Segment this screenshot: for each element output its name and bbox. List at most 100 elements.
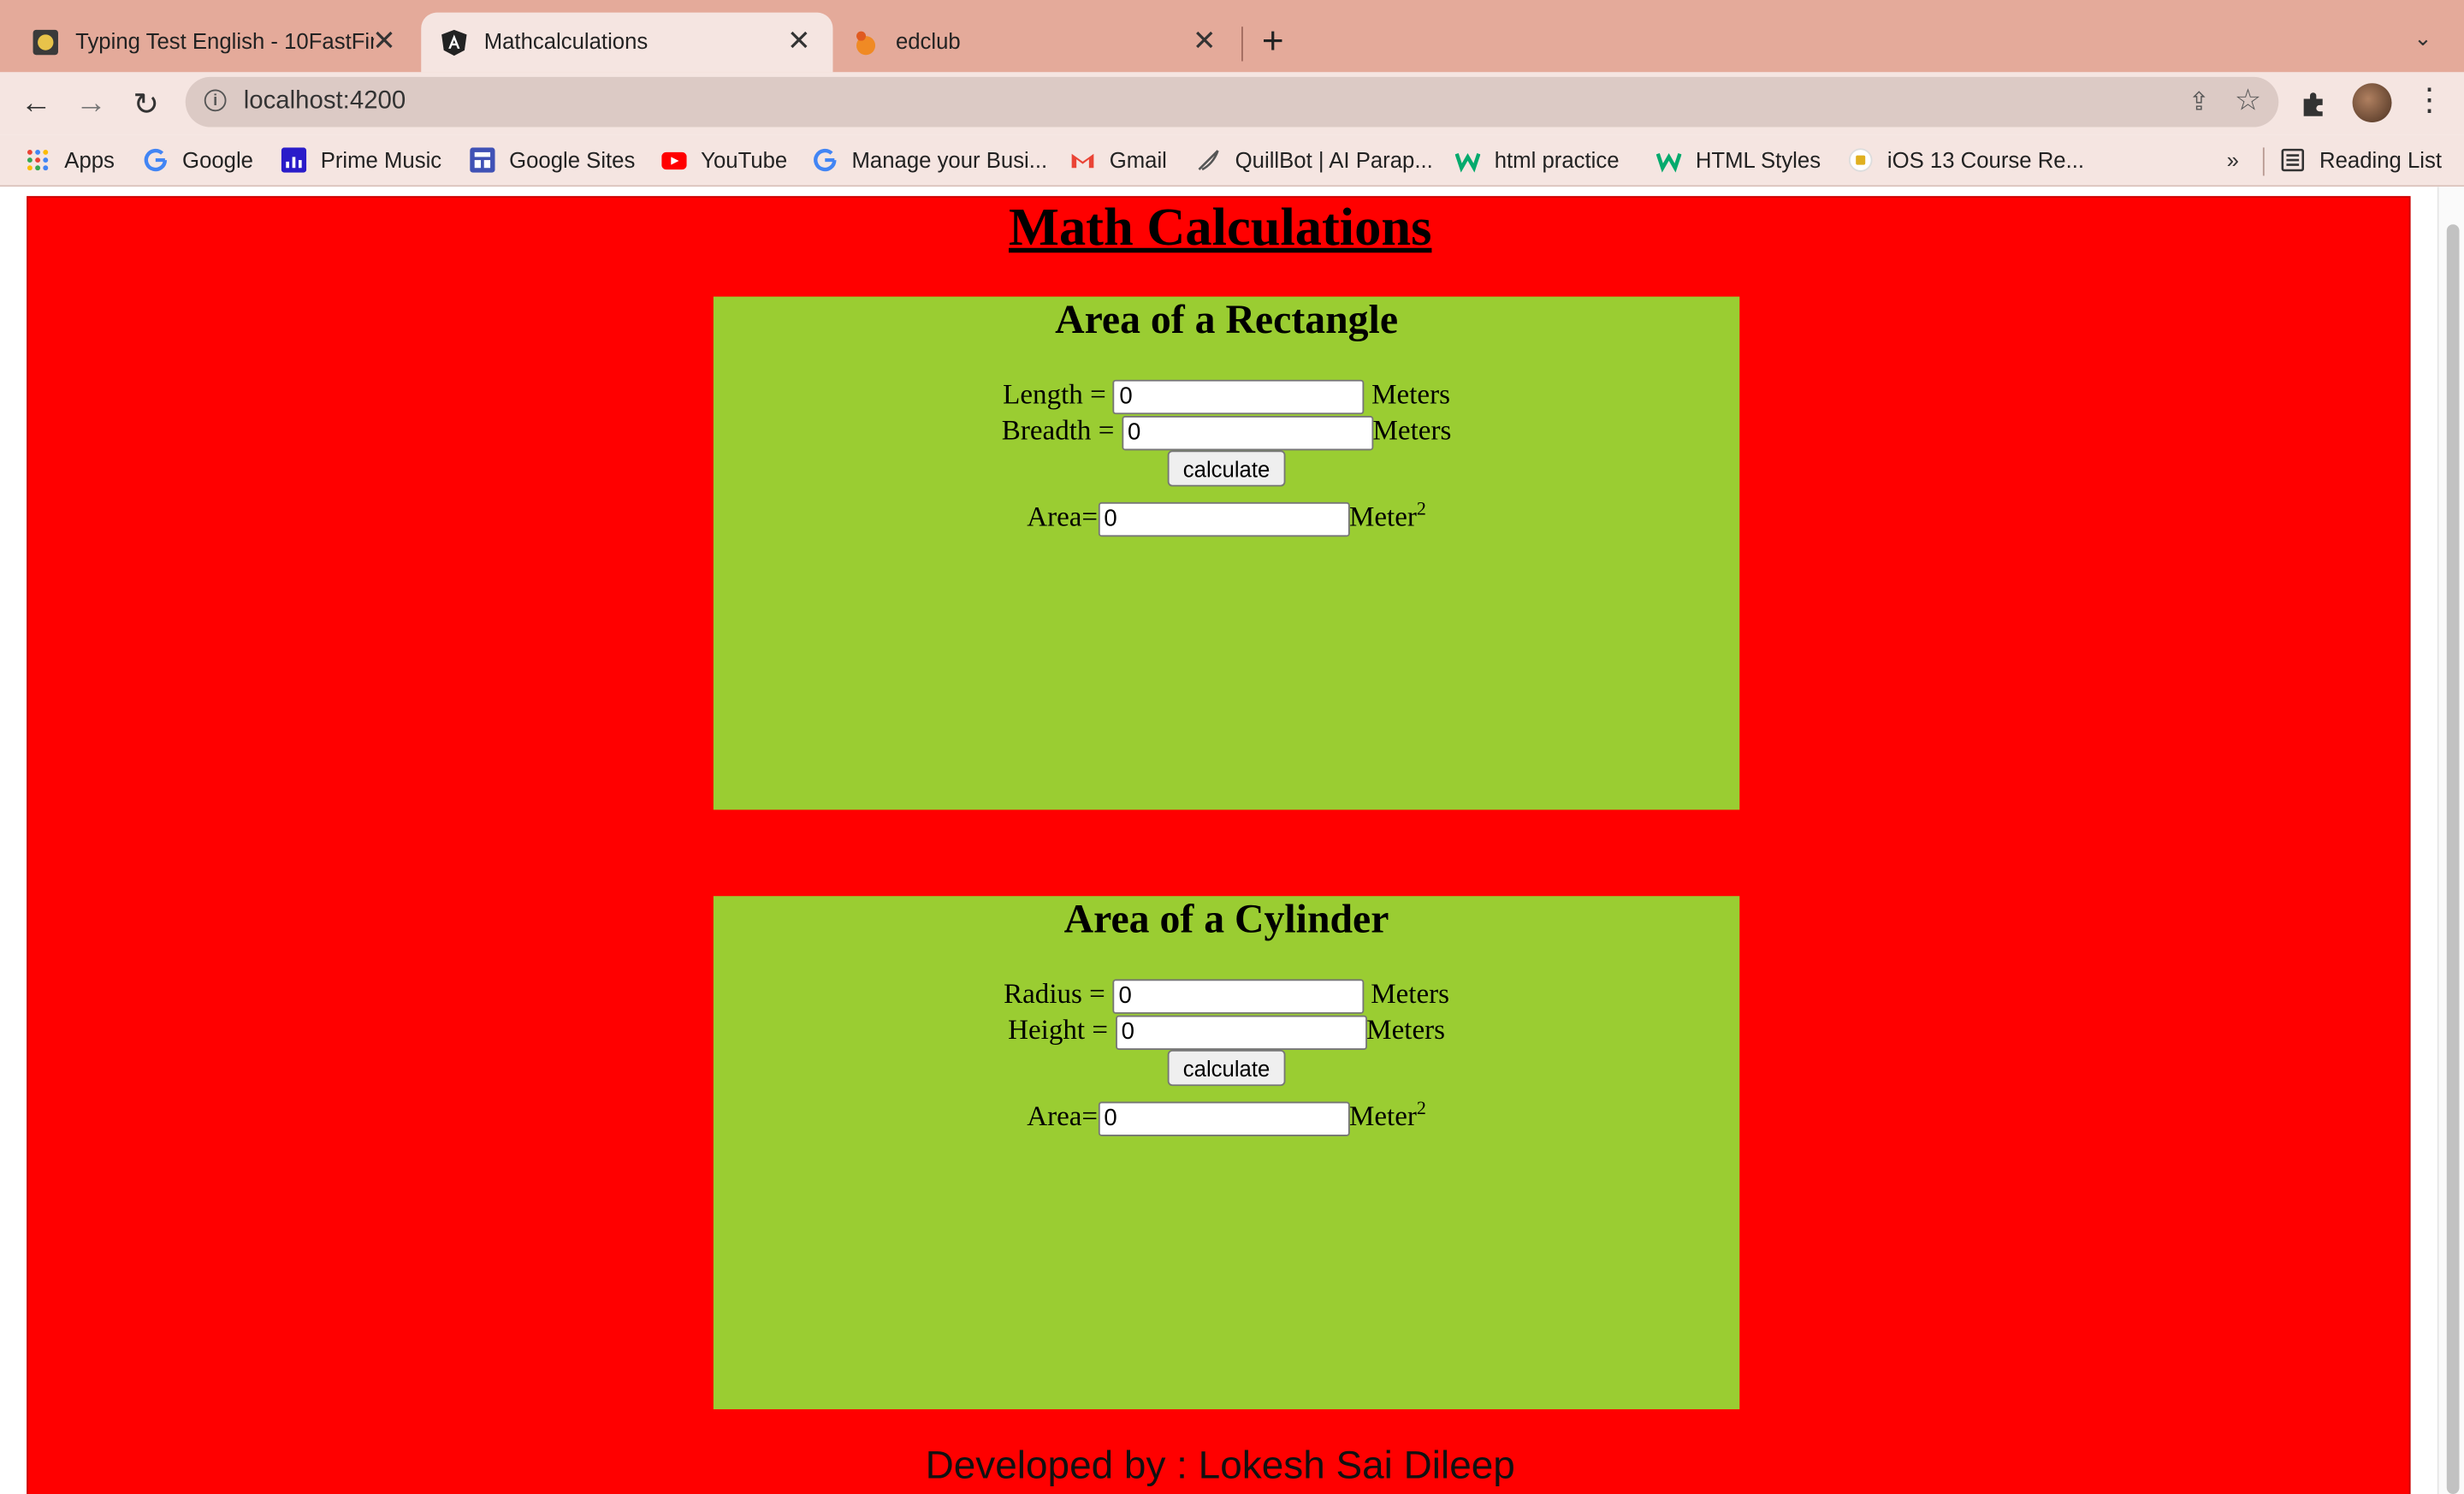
- profile-avatar[interactable]: [2352, 83, 2392, 123]
- bookmark-html-styles[interactable]: HTML Styles: [1656, 146, 1821, 175]
- length-input[interactable]: [1113, 379, 1365, 414]
- vertical-scrollbar[interactable]: [2437, 187, 2464, 1494]
- tab-close-button[interactable]: ✕: [787, 25, 811, 56]
- bookmark-prime-music[interactable]: Prime Music: [281, 146, 441, 175]
- back-button[interactable]: ←: [15, 83, 56, 124]
- url-text[interactable]: localhost:4200: [244, 88, 406, 116]
- share-icon[interactable]: ⇪: [2189, 86, 2210, 118]
- height-input[interactable]: [1115, 1015, 1367, 1050]
- tab-typing-test[interactable]: Typing Test English - 10FastFingers ✕: [13, 13, 418, 73]
- bookmark-quillbot[interactable]: QuillBot | AI Parap...: [1196, 146, 1433, 175]
- length-label: Length =: [1003, 378, 1106, 410]
- breadth-input[interactable]: [1121, 415, 1373, 451]
- reading-list-label: Reading List: [2319, 147, 2442, 173]
- bookmark-label: Gmail: [1109, 147, 1167, 173]
- address-bar[interactable]: i localhost:4200 ⇪ ☆: [185, 76, 2279, 127]
- quillbot-icon: [1198, 150, 1219, 171]
- google-icon: [814, 148, 837, 172]
- bookmarks-overflow-button[interactable]: »: [2227, 147, 2239, 172]
- bookmark-ios-course[interactable]: iOS 13 Course Re...: [1848, 146, 2084, 175]
- tab-edclub[interactable]: edclub ✕: [832, 13, 1238, 73]
- bookmark-google-sites[interactable]: Google Sites: [470, 146, 635, 175]
- browser-toolbar: ← → ↻ i localhost:4200 ⇪ ☆ ⋮: [0, 72, 2464, 135]
- gmail-icon: [1071, 153, 1094, 169]
- google-icon: [144, 148, 168, 172]
- apps-grid-icon: [27, 149, 49, 171]
- radius-row: Radius = Meters: [714, 976, 1739, 1014]
- bookmarks-bar: Apps Google Prime Music Google Sites You…: [0, 134, 2464, 187]
- bookmark-label: Manage your Busi...: [851, 147, 1048, 173]
- reading-list-icon: [2281, 148, 2305, 172]
- height-row: Height = Meters: [714, 1012, 1739, 1050]
- cylinder-calculate-button[interactable]: calculate: [1167, 1049, 1286, 1087]
- prime-music-icon: [281, 147, 307, 173]
- bookmark-label: Apps: [64, 147, 115, 173]
- bookmark-youtube[interactable]: YouTube: [661, 146, 787, 175]
- rectangle-card: Area of a Rectangle Length = Meters Brea…: [713, 296, 1740, 810]
- bookmark-label: html practice: [1494, 147, 1620, 173]
- rectangle-area-output[interactable]: [1098, 501, 1349, 537]
- tab-close-button[interactable]: ✕: [1193, 25, 1217, 56]
- bookmark-manage-business[interactable]: Manage your Busi...: [813, 146, 1048, 175]
- angular-favicon-icon: [441, 29, 467, 56]
- bookmark-html-practice[interactable]: html practice: [1454, 146, 1620, 175]
- google-sites-icon: [470, 147, 495, 173]
- extensions-puzzle-icon[interactable]: [2299, 88, 2331, 120]
- bookmark-label: QuillBot | AI Parap...: [1235, 147, 1433, 173]
- area-unit-exponent: 2: [1416, 1096, 1426, 1119]
- bookmark-google[interactable]: Google: [143, 146, 253, 175]
- tab-divider: [1241, 27, 1243, 62]
- tab-mathcalculations[interactable]: Mathcalculations ✕: [421, 12, 833, 73]
- tab-search-chevron-icon[interactable]: ⌄: [2414, 25, 2432, 51]
- area-unit-exponent: 2: [1416, 497, 1426, 520]
- reload-button[interactable]: ↻: [126, 83, 167, 124]
- radius-unit: Meters: [1371, 977, 1450, 1010]
- height-unit: Meters: [1366, 1013, 1445, 1046]
- new-tab-button[interactable]: +: [1262, 21, 1284, 63]
- cylinder-area-row: Area= Meter2: [714, 1091, 1739, 1136]
- bookmark-label: Google Sites: [509, 147, 636, 173]
- scrollbar-thumb[interactable]: [2446, 224, 2460, 1494]
- bookmark-star-icon[interactable]: ☆: [2235, 83, 2261, 119]
- cylinder-card-title: Area of a Cylinder: [1063, 896, 1389, 942]
- breadth-label: Breadth =: [1001, 414, 1115, 446]
- area-unit: Meter: [1348, 501, 1417, 532]
- bookmark-label: YouTube: [701, 147, 788, 173]
- forward-button[interactable]: →: [71, 83, 112, 124]
- w3schools-icon: [1454, 152, 1481, 173]
- cylinder-area-output[interactable]: [1098, 1101, 1349, 1136]
- bookmark-gmail[interactable]: Gmail: [1070, 146, 1167, 175]
- reading-list-button[interactable]: Reading List: [2280, 146, 2442, 175]
- bookmark-label: Prime Music: [320, 147, 442, 173]
- course-icon: [1848, 148, 1873, 172]
- browser-menu-icon[interactable]: ⋮: [2414, 85, 2445, 116]
- rectangle-card-title: Area of a Rectangle: [1055, 296, 1399, 342]
- bookmark-label: HTML Styles: [1695, 147, 1821, 173]
- breadth-row: Breadth = Meters: [714, 412, 1739, 451]
- radius-label: Radius =: [1004, 977, 1105, 1010]
- bookmark-apps[interactable]: Apps: [25, 146, 115, 175]
- tab-title: Mathcalculations: [483, 28, 649, 54]
- edclub-favicon-icon: [856, 31, 876, 56]
- typing-test-favicon-icon: [33, 29, 58, 56]
- w3schools-icon: [1656, 152, 1682, 173]
- radius-input[interactable]: [1112, 979, 1364, 1014]
- cylinder-card: Area of a Cylinder Radius = Meters Heigh…: [713, 896, 1740, 1409]
- tab-close-button[interactable]: ✕: [372, 25, 396, 56]
- page-title: Math Calculations: [1009, 199, 1432, 258]
- bookmark-label: iOS 13 Course Re...: [1886, 147, 2085, 173]
- bookmarks-divider: [2262, 147, 2265, 176]
- area-unit: Meter: [1348, 1100, 1417, 1132]
- rectangle-calculate-button[interactable]: calculate: [1167, 450, 1286, 487]
- length-unit: Meters: [1371, 378, 1450, 410]
- breadth-unit: Meters: [1372, 414, 1452, 446]
- app-container: Math Calculations Area of a Rectangle Le…: [27, 196, 2411, 1494]
- youtube-icon: [661, 151, 687, 170]
- footer-credit: Developed by : Lokesh Sai Dileep: [925, 1444, 1515, 1488]
- length-row: Length = Meters: [714, 376, 1739, 414]
- tab-strip: Typing Test English - 10FastFingers ✕ Ma…: [0, 0, 2464, 73]
- area-label: Area=: [1027, 501, 1099, 532]
- area-label: Area=: [1027, 1100, 1099, 1132]
- page-viewport: Math Calculations Area of a Rectangle Le…: [0, 187, 2464, 1494]
- site-info-icon[interactable]: i: [204, 89, 227, 112]
